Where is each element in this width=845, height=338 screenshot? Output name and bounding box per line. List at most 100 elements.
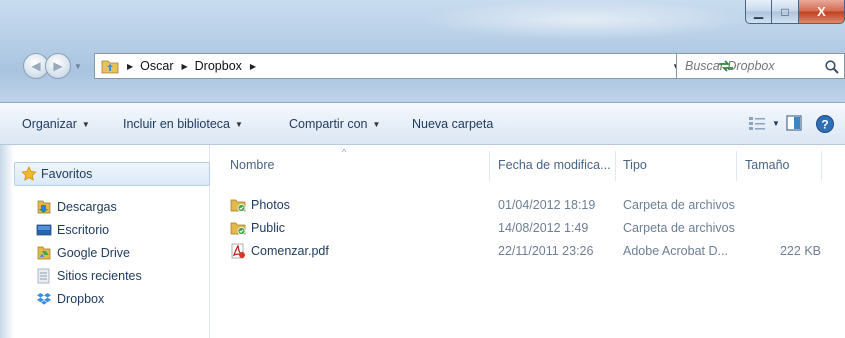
organize-menu[interactable]: Organizar ▼	[22, 117, 90, 131]
back-arrow-icon: ◀	[31, 59, 41, 73]
nav-item-desktop[interactable]: Escritorio	[36, 220, 109, 240]
column-header-label: Fecha de modifica...	[498, 158, 611, 172]
file-name: Photos	[251, 198, 290, 212]
chevron-down-icon: ▼	[772, 118, 780, 128]
file-type: Adobe Acrobat D...	[623, 244, 728, 258]
help-button[interactable]: ?	[815, 114, 835, 134]
file-list: Nombre ^ Fecha de modifica... Tipo Tamañ…	[211, 145, 845, 338]
desktop-icon	[36, 224, 52, 236]
share-with-menu[interactable]: Compartir con ▼	[289, 117, 380, 131]
column-header-label: Nombre	[230, 158, 275, 172]
maximize-button[interactable]: □	[772, 0, 799, 24]
table-row[interactable]: Public 14/08/2012 1:49 Carpeta de archiv…	[211, 218, 845, 238]
column-header-size[interactable]: Tamaño	[745, 158, 789, 182]
breadcrumb-dropbox[interactable]: Dropbox	[195, 59, 242, 73]
file-size	[745, 195, 821, 215]
column-header-label: Tamaño	[745, 158, 790, 172]
preview-pane-button[interactable]	[785, 114, 803, 132]
google-drive-folder-icon	[37, 246, 51, 260]
breadcrumb-separator[interactable]: ▶	[182, 62, 188, 71]
search-box[interactable]	[676, 53, 845, 79]
navigation-pane: Favoritos Descargas Escritorio Google Dr…	[14, 145, 210, 338]
search-icon[interactable]	[824, 59, 840, 75]
dropbox-folder-icon	[230, 199, 246, 212]
chevron-down-icon: ▼	[81, 119, 90, 129]
minimize-icon: ▁	[753, 4, 764, 19]
new-folder-button[interactable]: Nueva carpeta	[412, 117, 493, 131]
nav-item-recent-places[interactable]: Sitios recientes	[36, 266, 142, 286]
breadcrumb: ▶ Oscar ▶ Dropbox ▶	[119, 59, 263, 73]
close-button[interactable]: X	[799, 0, 845, 24]
favorites-header[interactable]: Favoritos	[14, 162, 210, 186]
organize-label: Organizar	[22, 117, 77, 131]
file-size	[745, 218, 821, 238]
address-bar[interactable]: ▶ Oscar ▶ Dropbox ▶ ▼	[94, 53, 709, 79]
file-name-cell[interactable]: Comenzar.pdf	[230, 241, 329, 261]
breadcrumb-separator[interactable]: ▶	[250, 62, 256, 71]
column-header-date[interactable]: Fecha de modifica...	[498, 158, 611, 182]
column-divider[interactable]	[821, 151, 822, 181]
file-type: Carpeta de archivos	[623, 198, 735, 212]
refresh-icon	[719, 60, 733, 72]
share-with-label: Compartir con	[289, 117, 368, 131]
file-name: Comenzar.pdf	[251, 244, 329, 258]
command-bar: Organizar ▼ Incluir en biblioteca ▼ Comp…	[0, 103, 845, 145]
column-divider[interactable]	[615, 151, 616, 181]
nav-item-label: Google Drive	[57, 246, 130, 260]
nav-item-label: Dropbox	[57, 292, 105, 306]
nav-item-label: Descargas	[57, 200, 117, 214]
nav-item-downloads[interactable]: Descargas	[36, 197, 117, 217]
table-row[interactable]: Photos 01/04/2012 18:19 Carpeta de archi…	[211, 195, 845, 215]
file-size: 222 KB	[779, 244, 821, 258]
new-folder-label: Nueva carpeta	[412, 117, 494, 131]
sort-ascending-icon: ^	[342, 147, 347, 157]
breadcrumb-oscar[interactable]: Oscar	[140, 59, 173, 73]
nav-item-label: Escritorio	[57, 223, 110, 237]
refresh-button[interactable]	[715, 55, 737, 77]
column-header-type[interactable]: Tipo	[623, 158, 647, 182]
file-type: Carpeta de archivos	[623, 221, 735, 235]
forward-button[interactable]: ▶	[45, 53, 71, 79]
search-input[interactable]	[677, 59, 815, 73]
folder-location-icon	[101, 60, 119, 74]
forward-arrow-icon: ▶	[53, 59, 63, 73]
file-date: 01/04/2012 18:19	[498, 198, 596, 212]
maximize-icon: □	[781, 4, 789, 19]
file-date: 22/11/2011 23:26	[498, 244, 594, 258]
nav-item-dropbox[interactable]: Dropbox	[36, 289, 104, 309]
view-list-icon	[749, 117, 765, 130]
include-library-menu[interactable]: Incluir en biblioteca ▼	[123, 117, 243, 131]
breadcrumb-separator[interactable]: ▶	[127, 62, 133, 71]
column-divider[interactable]	[489, 151, 490, 181]
svg-text:?: ?	[821, 118, 828, 132]
window-controls: ▁ □ X	[745, 0, 845, 24]
title-bar: ▁ □ X	[0, 0, 845, 103]
help-icon: ?	[816, 115, 834, 133]
recent-places-icon	[37, 268, 50, 284]
view-options-button[interactable]: ▼	[748, 114, 780, 132]
file-name-cell[interactable]: Photos	[230, 195, 290, 215]
dropbox-folder-icon	[230, 222, 246, 235]
downloads-folder-icon	[37, 200, 51, 214]
file-name: Public	[251, 221, 286, 235]
pdf-icon	[231, 243, 245, 259]
chevron-down-icon: ▼	[372, 119, 381, 129]
column-divider[interactable]	[736, 151, 737, 181]
window-frame-edge	[0, 145, 14, 338]
preview-pane-icon	[786, 115, 802, 131]
close-icon: X	[817, 4, 826, 19]
star-icon	[21, 166, 37, 181]
column-header-name[interactable]: Nombre	[230, 158, 274, 182]
nav-item-label: Sitios recientes	[57, 269, 142, 283]
table-row[interactable]: Comenzar.pdf 22/11/2011 23:26 Adobe Acro…	[211, 241, 845, 261]
dropbox-icon	[37, 293, 51, 305]
column-header-label: Tipo	[623, 158, 647, 172]
recent-pages-dropdown[interactable]: ▼	[74, 62, 82, 71]
nav-item-google-drive[interactable]: Google Drive	[36, 243, 130, 263]
chevron-down-icon: ▼	[235, 119, 243, 129]
minimize-button[interactable]: ▁	[745, 0, 772, 24]
favorites-label: Favoritos	[41, 167, 93, 181]
file-date: 14/08/2012 1:49	[498, 221, 589, 235]
include-library-label: Incluir en biblioteca	[123, 117, 231, 131]
file-name-cell[interactable]: Public	[230, 218, 285, 238]
